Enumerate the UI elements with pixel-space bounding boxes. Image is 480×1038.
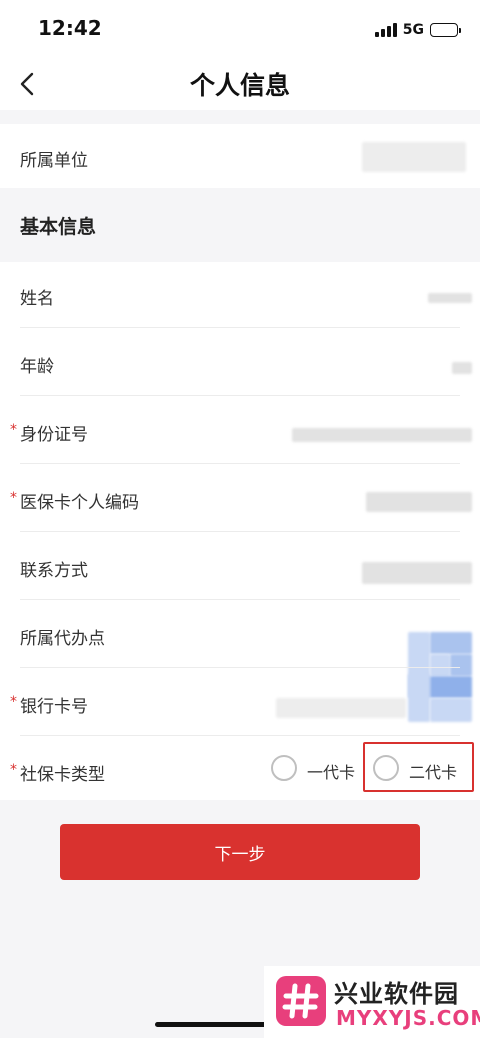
hash-logo-icon xyxy=(276,976,326,1026)
name-value-redacted xyxy=(428,293,472,303)
medical-card-value-redacted xyxy=(366,492,472,512)
required-mark: * xyxy=(10,694,17,710)
agency-value-redacted xyxy=(450,654,472,676)
divider xyxy=(20,463,460,464)
section-title-basic: 基本信息 xyxy=(20,216,97,238)
network-label: 5G xyxy=(402,22,424,38)
required-mark: * xyxy=(10,490,17,506)
next-button[interactable]: 下一步 xyxy=(60,824,420,880)
bank-card-value-redacted xyxy=(276,698,406,718)
card-type-label: 社保卡类型 xyxy=(20,765,105,785)
agency-value-redacted xyxy=(430,654,450,676)
nav-bar: 个人信息 xyxy=(0,58,480,110)
id-number-label: 身份证号 xyxy=(20,425,88,445)
unit-label: 所属单位 xyxy=(20,151,88,171)
watermark-title: 兴业软件园 xyxy=(334,980,459,1008)
unit-value-redacted xyxy=(362,142,466,172)
bank-card-value-redacted xyxy=(408,674,430,722)
bank-card-value-redacted xyxy=(430,676,472,698)
id-number-value-redacted xyxy=(292,428,472,442)
home-indicator xyxy=(155,1022,267,1027)
required-mark: * xyxy=(10,762,17,778)
name-label: 姓名 xyxy=(20,289,54,309)
divider xyxy=(20,667,460,668)
battery-icon xyxy=(430,23,461,37)
age-value-redacted xyxy=(452,362,472,374)
medical-card-label: 医保卡个人编码 xyxy=(20,493,139,513)
highlight-box xyxy=(363,742,474,792)
status-bar: 12:42 5G xyxy=(0,0,480,58)
age-label: 年龄 xyxy=(20,357,54,377)
contact-value-redacted xyxy=(362,562,472,584)
status-icons: 5G xyxy=(374,20,461,40)
basic-info-form: 姓名 年龄 * 身份证号 * 医保卡个人编码 联系方式 所属代办点 * 银行卡号… xyxy=(0,262,480,800)
divider xyxy=(20,735,460,736)
agency-label: 所属代办点 xyxy=(20,629,105,649)
signal-icon xyxy=(374,23,397,37)
divider xyxy=(20,327,460,328)
contact-label: 联系方式 xyxy=(20,561,88,581)
page-title: 个人信息 xyxy=(189,71,290,100)
bank-card-value-redacted xyxy=(430,698,472,722)
agency-value-redacted xyxy=(430,632,472,654)
divider xyxy=(20,395,460,396)
watermark: 兴业软件园 MYXYJS.COM xyxy=(264,966,480,1038)
divider xyxy=(20,531,460,532)
radio-gen1[interactable] xyxy=(271,755,297,781)
radio-gen1-label[interactable]: 一代卡 xyxy=(307,759,355,783)
status-time: 12:42 xyxy=(38,16,102,40)
required-mark: * xyxy=(10,422,17,438)
bank-card-label: 银行卡号 xyxy=(20,697,88,717)
watermark-subtitle: MYXYJS.COM xyxy=(336,1006,480,1030)
unit-row[interactable]: 所属单位 xyxy=(0,124,480,188)
divider xyxy=(20,599,460,600)
